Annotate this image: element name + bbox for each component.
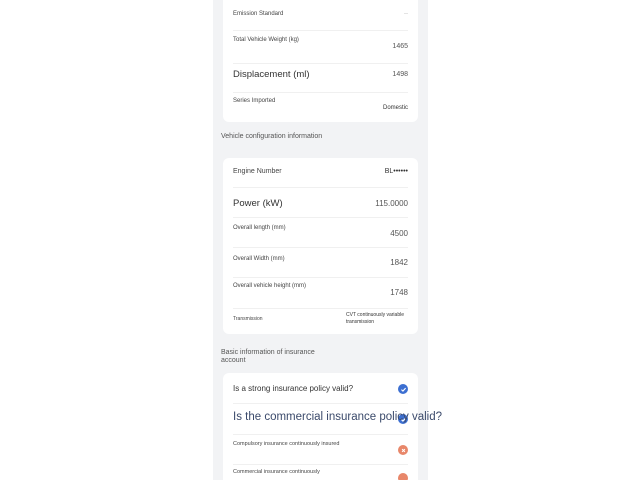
row-label: Commercial insurance continuously <box>233 469 320 475</box>
row-compulsory-continuous: Compulsory insurance continuously insure… <box>233 435 408 465</box>
row-commercial-continuous: Commercial insurance continuously <box>233 465 408 480</box>
row-total-weight: Total Vehicle Weight (kg) 1465 <box>233 31 408 64</box>
vehicle-config-card: Engine Number BL•••••• Power (kW) 115.00… <box>223 158 418 334</box>
cross-circle-icon <box>398 473 408 480</box>
row-label: Power (kW) <box>233 198 283 209</box>
row-overall-length: Overall length (mm) 4500 <box>233 218 408 248</box>
row-value: BL•••••• <box>384 168 408 175</box>
cross-circle-icon <box>398 445 408 455</box>
row-label: Transmission <box>233 316 263 322</box>
row-label: Total Vehicle Weight (kg) <box>233 37 299 43</box>
row-power: Power (kW) 115.0000 <box>233 188 408 218</box>
row-value: CVT continuously variable transmission <box>346 312 404 325</box>
section-title-insurance: Basic information of insurance account <box>221 349 315 364</box>
row-value: 1498 <box>392 71 408 78</box>
row-label: Displacement (ml) <box>233 69 310 80</box>
check-circle-icon <box>398 384 408 394</box>
row-displacement: Displacement (ml) 1498 <box>233 64 408 93</box>
row-value: Domestic <box>382 105 408 111</box>
section-title-vehicle-configuration: Vehicle configuration information <box>221 133 323 140</box>
row-emission-standard: Emission Standard -- <box>233 0 408 31</box>
row-value: 4500 <box>390 229 408 238</box>
row-value: -- <box>404 11 408 17</box>
mobile-view: Emission Standard -- Total Vehicle Weigh… <box>213 0 428 480</box>
row-value: 115.0000 <box>375 199 408 208</box>
commercial-insurance-label: Is the commercial insurance policy valid… <box>233 411 443 423</box>
row-label: Is a strong insurance policy valid? <box>233 384 354 393</box>
row-strong-insurance-valid: Is a strong insurance policy valid? <box>233 373 408 404</box>
row-value: 1465 <box>392 43 408 50</box>
insurance-card: Is a strong insurance policy valid? Comp… <box>223 373 418 480</box>
row-series-imported: Series Imported Domestic <box>233 93 408 121</box>
row-overall-width: Overall Width (mm) 1842 <box>233 248 408 278</box>
vehicle-info-card: Emission Standard -- Total Vehicle Weigh… <box>223 0 418 122</box>
row-value: 1842 <box>390 258 408 267</box>
row-label: Engine Number <box>233 168 282 175</box>
row-overall-height: Overall vehicle height (mm) 1748 <box>233 278 408 309</box>
row-label: Overall length (mm) <box>233 225 286 231</box>
row-label: Emission Standard <box>233 11 284 17</box>
row-label: Series Imported <box>233 98 276 104</box>
row-label: Overall Width (mm) <box>233 256 285 262</box>
row-label: Compulsory insurance continuously insure… <box>233 441 340 447</box>
row-label: Overall vehicle height (mm) <box>233 283 307 289</box>
row-engine-number: Engine Number BL•••••• <box>233 158 408 188</box>
row-value: 1748 <box>390 288 408 297</box>
row-transmission: Transmission CVT continuously variable t… <box>233 309 408 334</box>
